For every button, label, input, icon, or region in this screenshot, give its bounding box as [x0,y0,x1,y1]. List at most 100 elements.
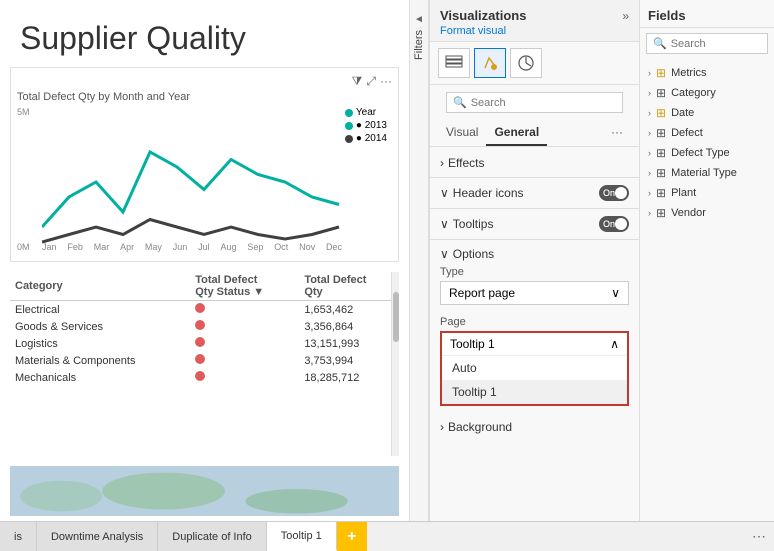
viz-search-bar[interactable]: 🔍 [446,92,623,113]
more-icon[interactable]: ··· [380,74,392,89]
chevron-icon: › [648,168,651,178]
bottom-tabs: is Downtime Analysis Duplicate of Info T… [0,521,774,551]
fields-search-input[interactable] [671,38,774,50]
section-header-icons[interactable]: ∨ Header icons On [430,180,639,206]
data-table: Category Total DefectQty Status ▼ Total … [10,272,399,386]
viz-title: Visualizations [440,8,526,23]
type-dropdown[interactable]: Report page ∨ [440,281,629,305]
dropdown-item-auto[interactable]: Auto [442,356,627,380]
legend-2013: Year [356,107,376,118]
viz-icon-format[interactable] [474,48,506,78]
visualizations-panel: Visualizations » Format visual 🔍 [429,0,639,521]
chevron-icon: › [648,68,651,78]
viz-search-icon: 🔍 [453,96,467,109]
chart-svg [42,107,342,287]
filter-sidebar[interactable]: ◄ Filters [409,0,429,521]
col-qty-status: Total DefectQty Status ▼ [190,272,299,301]
header-icons-toggle[interactable]: On [599,185,629,201]
field-defect-type[interactable]: › ⊞ Defect Type [640,143,774,163]
viz-expand-icon[interactable]: » [622,9,629,23]
viz-icon-table[interactable] [438,48,470,78]
options-label: Options [453,247,494,261]
viz-tabs: Visual General ··· [430,120,639,147]
col-qty: Total DefectQty [299,272,399,301]
filter-arrow-icon[interactable]: ◄ [414,14,424,25]
section-effects[interactable]: › Effects [430,151,639,175]
field-material-type[interactable]: › ⊞ Material Type [640,163,774,183]
field-label: Defect Type [671,147,730,159]
dropdown-item-tooltip1[interactable]: Tooltip 1 [442,380,627,404]
fields-title: Fields [648,8,686,23]
tab-visual[interactable]: Visual [438,120,486,146]
page-dropdown[interactable]: Tooltip 1 ∧ Auto Tooltip 1 [440,331,629,406]
x-axis: JanFebMarAprMayJun JulAugSepOctNovDec [42,242,342,252]
table-row: Mechanicals 18,285,712 [10,369,399,386]
chevron-down-icon-3: ∨ [440,247,449,261]
background-label: Background [448,420,512,434]
section-options[interactable]: ∨ Options [430,242,639,266]
type-label: Type [440,266,629,278]
chart-container: ⧩ ⤢ ··· Total Defect Qty by Month and Ye… [10,67,399,262]
col-category: Category [10,272,190,301]
viz-header: Visualizations » Format visual [430,0,639,42]
chevron-icon: › [648,128,651,138]
dropdown-list: Auto Tooltip 1 [442,356,627,404]
page-section: Page Tooltip 1 ∧ Auto Tooltip 1 [430,316,639,411]
field-defect[interactable]: › ⊞ Defect [640,123,774,143]
report-canvas: Supplier Quality ⧩ ⤢ ··· Total Defect Qt… [0,0,409,521]
tab-general[interactable]: General [486,120,547,146]
page-label: Page [440,316,629,328]
data-table-container: Category Total DefectQty Status ▼ Total … [10,272,399,456]
chevron-icon: › [648,188,651,198]
field-metrics[interactable]: › ⊞ Metrics [640,63,774,83]
expand-icon[interactable]: ⤢ [366,74,376,89]
table-icon: ⊞ [656,166,666,180]
table-icon: ⊞ [656,86,666,100]
section-tooltips[interactable]: ∨ Tooltips On [430,211,639,237]
tooltips-toggle[interactable]: On [599,216,629,232]
dropdown-header[interactable]: Tooltip 1 ∧ [442,333,627,356]
legend-2013-label: ● 2013 [356,120,387,131]
tab-tooltip-1[interactable]: Tooltip 1 [267,522,337,551]
chevron-down-icon-2: ∨ [440,217,449,231]
fields-search-bar[interactable]: 🔍 [646,33,768,54]
chart-body: Year ● 2013 ● 2014 5M 0M JanFebMarAprMay… [17,107,392,252]
table-icon: ⊞ [656,186,666,200]
header-icons-label: Header icons [453,186,524,200]
field-plant[interactable]: › ⊞ Plant [640,183,774,203]
chevron-icon: › [648,108,651,118]
chart-title: Total Defect Qty by Month and Year [17,91,392,103]
field-label: Date [671,107,694,119]
field-label: Vendor [671,207,706,219]
page-selected-value: Tooltip 1 [450,337,495,351]
y-axis: 5M 0M [17,107,42,252]
filter-icon[interactable]: ⧩ [352,74,363,89]
field-label: Defect [671,127,703,139]
table-row: Electrical 1,653,462 [10,301,399,319]
add-tab-button[interactable]: + [337,522,367,551]
tab-more[interactable]: ··· [603,120,631,146]
field-vendor[interactable]: › ⊞ Vendor [640,203,774,223]
section-background[interactable]: › Background [430,415,639,439]
filter-label[interactable]: Filters [411,25,427,65]
table-icon: ⊞ [656,206,666,220]
viz-icon-analytics[interactable] [510,48,542,78]
tab-duplicate-of-info[interactable]: Duplicate of Info [158,522,267,551]
tab-downtime-analysis[interactable]: Downtime Analysis [37,522,158,551]
field-label: Category [671,87,716,99]
field-category[interactable]: › ⊞ Category [640,83,774,103]
options-section: Type Report page ∨ [430,266,639,316]
report-title: Supplier Quality [0,0,409,62]
viz-sections: › Effects ∨ Header icons On [430,147,639,521]
expand-tabs-button[interactable]: ⋯ [744,522,774,551]
field-date[interactable]: › ⊞ Date [640,103,774,123]
viz-subtitle[interactable]: Format visual [440,25,629,37]
chevron-icon: › [648,88,651,98]
table-row: Goods & Services 3,356,864 [10,318,399,335]
viz-search-input[interactable] [471,97,616,109]
chevron-right-icon-bg: › [440,420,444,434]
tab-is[interactable]: is [0,522,37,551]
table-row: Logistics 13,151,993 [10,335,399,352]
chevron-down-icon: ∨ [440,186,449,200]
field-label: Plant [671,187,696,199]
